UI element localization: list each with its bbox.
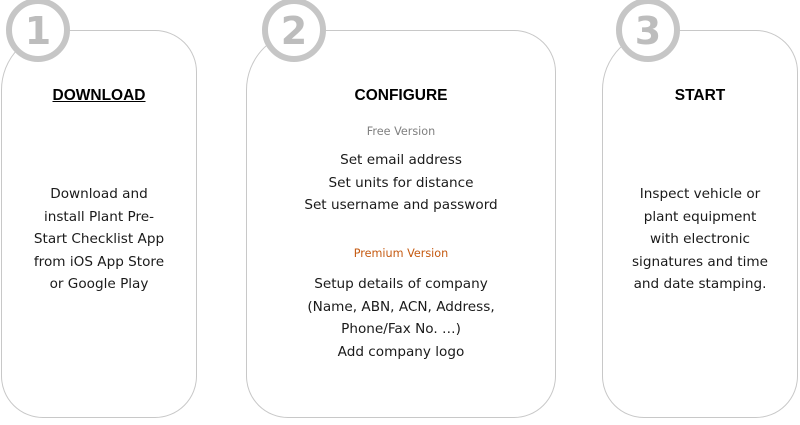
- step-card-start: START Inspect vehicle or plant equipment…: [602, 30, 798, 418]
- description-line: Download and: [50, 186, 148, 202]
- description-line: from iOS App Store: [33, 253, 165, 270]
- step-description: Download and install Plant Pre- Start Ch…: [2, 183, 196, 296]
- step-title: START: [674, 87, 726, 104]
- step-number: 2: [280, 9, 308, 53]
- premium-version-list: Setup details of company (Name, ABN, ACN…: [247, 273, 555, 363]
- free-version-label: Free Version: [366, 125, 436, 138]
- step-number: 1: [24, 9, 52, 53]
- description-line: install Plant Pre-: [43, 208, 155, 225]
- description-line: and date stamping.: [633, 276, 767, 292]
- step-number: 3: [634, 9, 662, 53]
- free-version-item: Set username and password: [304, 197, 498, 213]
- description-line: or Google Play: [49, 276, 149, 292]
- description-line: with electronic: [650, 231, 750, 247]
- step-title: DOWNLOAD: [52, 87, 146, 104]
- free-version-item: Set email address: [340, 152, 462, 168]
- free-version-item: Set units for distance: [328, 174, 474, 191]
- step-description: Inspect vehicle or plant equipment with …: [603, 183, 797, 296]
- premium-version-item: (Name, ABN, ACN, Address,: [307, 298, 495, 315]
- premium-version-item: Add company logo: [337, 343, 465, 360]
- step-card-configure: CONFIGURE Free Version Set email address…: [246, 30, 556, 418]
- description-line: Inspect vehicle or: [639, 186, 761, 202]
- description-line: plant equipment: [643, 208, 757, 225]
- premium-version-item: Phone/Fax No. …): [341, 321, 461, 337]
- description-line: Start Checklist App: [33, 231, 165, 247]
- free-version-list: Set email address Set units for distance…: [247, 149, 555, 217]
- description-line: signatures and time: [631, 253, 769, 270]
- step-number-badge: 1: [6, 0, 70, 62]
- step-card-download: DOWNLOAD Download and install Plant Pre-…: [1, 30, 197, 418]
- step-number-badge: 3: [616, 0, 680, 62]
- premium-version-label: Premium Version: [353, 247, 449, 260]
- premium-version-item: Setup details of company: [314, 276, 488, 292]
- step-number-badge: 2: [262, 0, 326, 62]
- step-title: CONFIGURE: [354, 87, 448, 104]
